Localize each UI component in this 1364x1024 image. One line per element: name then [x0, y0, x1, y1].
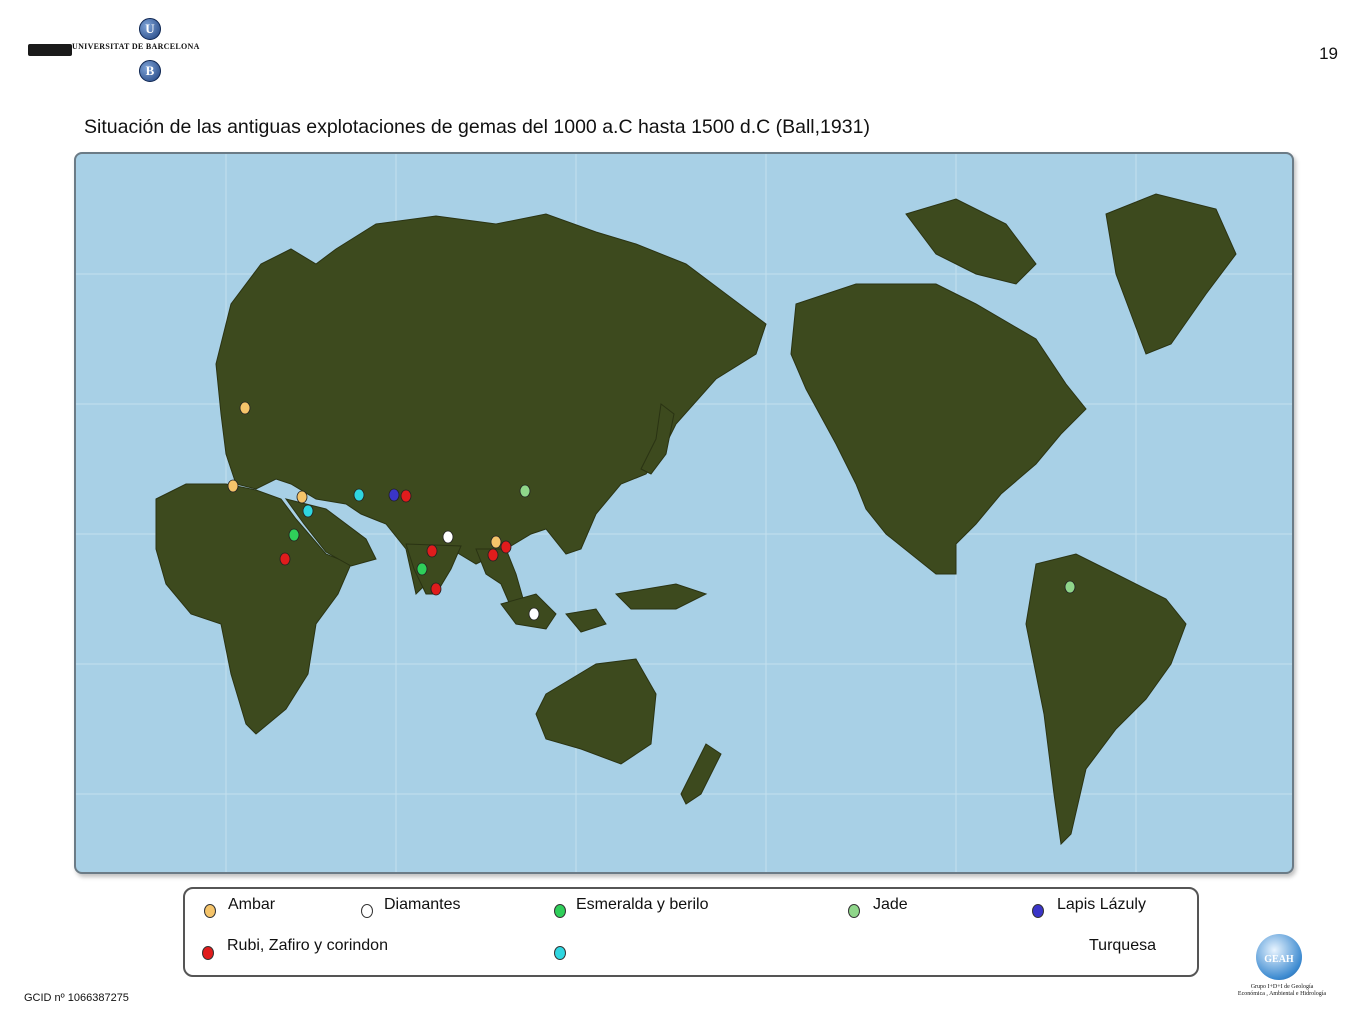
legend-label-lapis: Lapis Lázuly	[1057, 896, 1146, 913]
legend-swatch-rubi	[202, 946, 214, 960]
group-caption-2: Económica , Ambiental e Hidrología	[1237, 991, 1327, 997]
legend-label-jade: Jade	[873, 896, 908, 913]
legend-swatch-ambar	[204, 904, 216, 918]
gem-site-marker	[426, 544, 438, 558]
legend-swatch-esmeralda	[554, 904, 566, 918]
slide-title: Situación de las antiguas explotaciones …	[84, 116, 870, 138]
gem-site-marker	[528, 607, 540, 621]
legend-label-ambar: Ambar	[228, 896, 276, 913]
new-zealand-landmass	[680, 743, 722, 805]
legend-label-rubi: Rubi, Zafiro y corindon	[227, 937, 388, 954]
gem-site-marker	[288, 528, 300, 542]
footer-id: GCID nº 1066387275	[24, 992, 129, 1004]
legend-label-turquesa: Turquesa	[1089, 937, 1156, 954]
arctic-islands-landmass	[905, 198, 1037, 285]
legend-swatch-lapis	[1032, 904, 1044, 918]
north-america-landmass	[790, 283, 1087, 575]
gem-site-marker	[430, 582, 442, 596]
gem-site-marker	[302, 504, 314, 518]
legend-swatch-jade	[848, 904, 860, 918]
gem-site-marker	[353, 488, 365, 502]
gem-site-marker	[279, 552, 291, 566]
gem-site-marker	[490, 535, 502, 549]
geah-logo: GEAH Grupo I+D+I de Geología Económica ,…	[1222, 930, 1342, 1010]
legend-swatch-diamantes	[361, 904, 373, 918]
logo-building-mark	[28, 44, 72, 56]
page-number: 19	[1319, 44, 1338, 63]
gem-site-marker	[388, 488, 400, 502]
map-canvas	[76, 154, 1292, 872]
gem-site-marker	[400, 489, 412, 503]
gem-site-marker	[227, 479, 239, 493]
gem-site-marker	[239, 401, 251, 415]
university-logo: U UNIVERSITAT DE BARCELONA B	[24, 14, 224, 86]
logo-b-circle: B	[139, 60, 161, 82]
gem-site-marker	[416, 562, 428, 576]
legend: Ambar Diamantes Esmeralda y berilo Jade …	[183, 887, 1199, 977]
gem-site-marker	[1064, 580, 1076, 594]
south-america-landmass	[1025, 553, 1187, 846]
gem-site-marker	[487, 548, 499, 562]
gem-site-marker	[442, 530, 454, 544]
group-caption-1: Grupo I+D+I de Geología	[1250, 984, 1314, 990]
gem-site-marker	[500, 540, 512, 554]
legend-label-diamantes: Diamantes	[384, 896, 461, 913]
gem-site-marker	[296, 490, 308, 504]
australia-landmass	[535, 658, 657, 765]
gem-site-marker	[519, 484, 531, 498]
world-map	[74, 152, 1294, 874]
indonesia-landmass	[500, 583, 708, 633]
logo-u-circle: U	[139, 18, 161, 40]
university-name: UNIVERSITAT DE BARCELONA	[72, 42, 200, 51]
legend-label-esmeralda: Esmeralda y berilo	[576, 896, 709, 913]
legend-swatch-turquesa	[554, 946, 566, 960]
greenland-landmass	[1105, 193, 1237, 355]
geah-logo-text: GEAH	[1264, 954, 1294, 965]
